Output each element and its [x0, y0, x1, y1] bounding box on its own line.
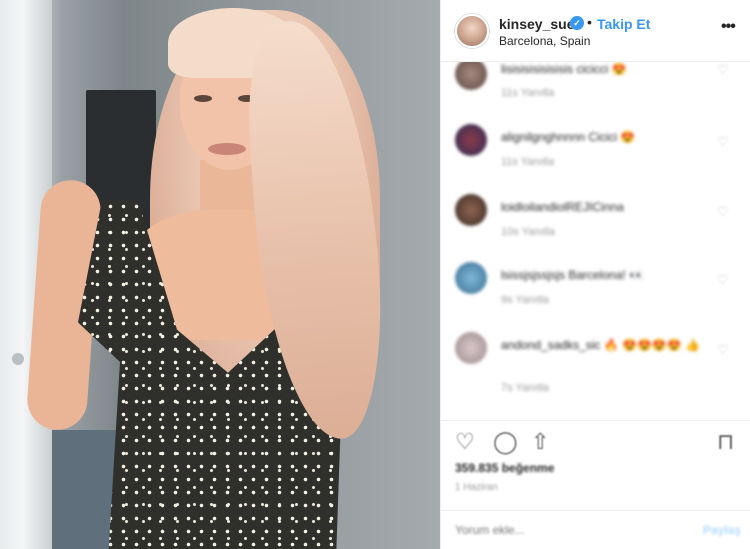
bookmark-icon[interactable]: ⊓ [717, 431, 734, 453]
comment-like-icon[interactable]: ♡ [717, 272, 729, 288]
door-knob [12, 353, 24, 365]
post-date: 1 Haziran [455, 482, 498, 493]
action-bar: ♡ ◯ ⇧ ⊓ [441, 420, 750, 460]
username[interactable]: kinsey_sue [499, 16, 575, 32]
post-panel: kinsey_sue ✓ • Takip Et Barcelona, Spain… [440, 0, 750, 549]
likes-count[interactable]: 359.835 beğenme [455, 461, 554, 475]
comment-item: lisisisisisisisis cicicci 😍 11s Yanıtla … [441, 62, 750, 124]
comment-meta: 11s Yanıtla [501, 87, 555, 99]
eye-left [194, 95, 212, 102]
commenter-avatar[interactable] [455, 262, 487, 294]
more-options-icon[interactable]: ••• [721, 18, 736, 36]
heart-icon[interactable]: ♡ [455, 431, 475, 453]
comment-text: loidloilandiolREJICinna [501, 200, 624, 214]
comment-item: alignilgnghnnnn Cicici 😍 11s Yanıtla ♡ [441, 122, 750, 192]
comment-input[interactable] [455, 523, 675, 537]
separator-dot: • [587, 14, 592, 30]
comment-like-icon[interactable]: ♡ [717, 204, 729, 220]
comment-meta: 9s Yanıtla [501, 294, 549, 306]
post-header: kinsey_sue ✓ • Takip Et Barcelona, Spain… [441, 0, 750, 62]
follow-button[interactable]: Takip Et [597, 16, 650, 32]
comments-list[interactable]: lisisisisisisisis cicicci 😍 11s Yanıtla … [441, 62, 750, 417]
verified-icon: ✓ [570, 16, 584, 30]
comment-icon[interactable]: ◯ [493, 431, 518, 453]
comment-item: loidloilandiolREJICinna 10s Yanıtla ♡ [441, 192, 750, 262]
comment-meta: 7s Yanıtla [501, 382, 549, 394]
comment-text: lisisisisisisisis cicicci 😍 [501, 62, 627, 76]
comment-bar: Paylaş [441, 510, 750, 549]
comment-text: lsissjsjssjsjs Barcelona! 👀 [501, 268, 644, 282]
comment-text: andond_sadks_sic 🔥 😍😍😍😍 👍 [501, 338, 701, 352]
commenter-avatar[interactable] [455, 62, 487, 90]
comment-like-icon[interactable]: ♡ [717, 62, 729, 78]
comment-item: andond_sadks_sic 🔥 😍😍😍😍 👍 7s Yanıtla ♡ [441, 330, 750, 417]
comment-item: lsissjsjssjsjs Barcelona! 👀 9s Yanıtla ♡ [441, 260, 750, 330]
commenter-avatar[interactable] [455, 124, 487, 156]
commenter-avatar[interactable] [455, 332, 487, 364]
post-photo[interactable] [0, 0, 440, 549]
commenter-avatar[interactable] [455, 194, 487, 226]
lips [208, 143, 246, 155]
location-link[interactable]: Barcelona, Spain [499, 34, 590, 48]
comment-meta: 10s Yanıtla [501, 226, 556, 238]
comment-text: alignilgnghnnnn Cicici 😍 [501, 130, 636, 144]
comment-meta: 11s Yanıtla [501, 156, 555, 168]
share-icon[interactable]: ⇧ [531, 431, 549, 453]
post-comment-button[interactable]: Paylaş [703, 523, 741, 537]
avatar[interactable] [455, 14, 489, 48]
comment-like-icon[interactable]: ♡ [717, 134, 729, 150]
comment-like-icon[interactable]: ♡ [717, 342, 729, 358]
